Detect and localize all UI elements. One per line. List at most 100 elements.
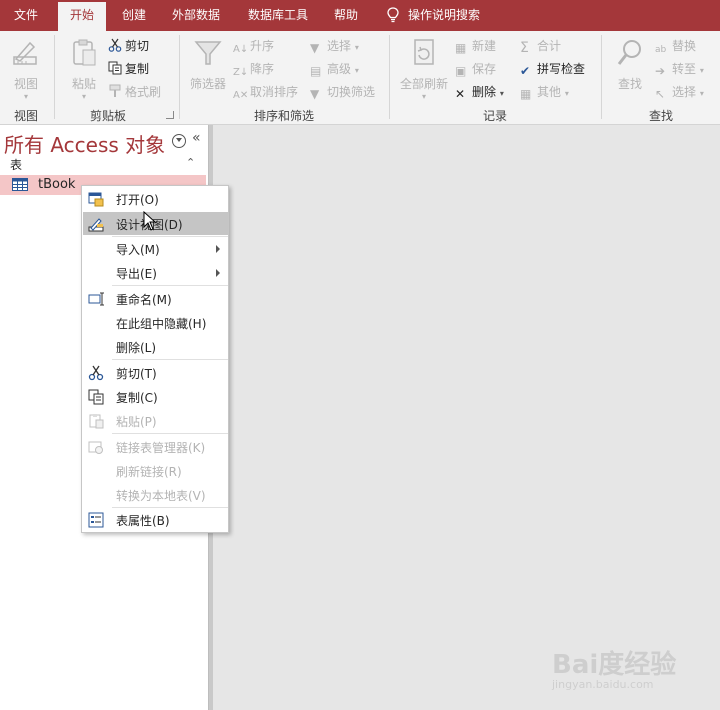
submenu-arrow-icon — [216, 269, 220, 277]
totals-label: 合计 — [537, 39, 562, 53]
cut-button[interactable]: 剪切 — [108, 37, 149, 54]
menu-item-copy[interactable]: 复制(C) — [83, 385, 228, 408]
paste-button[interactable]: 粘贴 ▾ — [64, 37, 104, 101]
toggle-filter-button[interactable]: ▼ 切换筛选 — [310, 83, 375, 101]
lightbulb-icon — [387, 7, 399, 23]
tab-file[interactable]: 文件 — [0, 0, 52, 31]
toggle-filter-label: 切换筛选 — [327, 85, 376, 99]
select-button[interactable]: ↖ 选择 ▾ — [655, 83, 704, 101]
dropdown-caret-icon: ▾ — [421, 92, 426, 101]
tab-create[interactable]: 创建 — [112, 0, 156, 31]
rename-icon — [88, 292, 104, 306]
menu-item-refresh-link[interactable]: 刷新链接(R) — [83, 459, 228, 482]
arrow-right-icon: ➔ — [655, 64, 666, 78]
group-divider — [179, 35, 180, 119]
dialog-launcher-icon[interactable] — [166, 111, 174, 119]
menu-item-convert-to-local[interactable]: 转换为本地表(V) — [83, 483, 228, 506]
menu-item-import[interactable]: 导入(M) — [83, 237, 228, 260]
paste-label: 粘贴 — [71, 77, 96, 91]
replace-button[interactable]: ab 替换 — [655, 37, 696, 59]
toggle-filter-icon: ▼ — [310, 87, 320, 101]
group-label-view: 视图 — [13, 109, 38, 123]
cut-label: 剪切 — [125, 39, 150, 53]
sort-ascending-button[interactable]: A↓ 升序 — [233, 37, 274, 58]
advanced-filter-button[interactable]: ▤ 高级 ▾ — [310, 60, 359, 78]
dropdown-caret-icon: ▾ — [23, 92, 28, 101]
delete-record-button[interactable]: ✕ 删除 ▾ — [455, 83, 504, 101]
menu-item-cut[interactable]: 剪切(T) — [83, 361, 228, 384]
format-painter-icon — [109, 84, 121, 97]
nav-menu-dropdown-icon[interactable] — [172, 134, 186, 148]
tab-help[interactable]: 帮助 — [326, 0, 366, 31]
more-grid-icon: ▦ — [520, 87, 532, 101]
group-divider — [389, 35, 390, 119]
menu-item-paste[interactable]: 粘贴(P) — [83, 409, 228, 432]
menu-item-hide-in-group[interactable]: 在此组中隐藏(H) — [83, 311, 228, 334]
group-label-records: 记录 — [482, 109, 507, 123]
remove-sort-icon: A✕ — [233, 90, 249, 101]
scissors-icon — [108, 38, 122, 52]
save-record-button[interactable]: ▣ 保存 — [455, 60, 496, 78]
find-button[interactable]: 查找 — [610, 37, 650, 92]
paste-icon — [89, 414, 104, 429]
spelling-label: 拼写检查 — [537, 62, 586, 76]
ribbon: 视图 ▾ 视图 粘贴 ▾ 剪切 复制 格式刷 剪贴板 筛选器 A↓ 升序 Z↓ 降序… — [0, 31, 720, 125]
tab-home[interactable]: 开始 — [58, 2, 106, 31]
sort-descending-label: 降序 — [250, 62, 275, 76]
open-icon — [88, 192, 104, 207]
menu-item-delete[interactable]: 删除(L) — [83, 335, 228, 358]
submenu-arrow-icon — [216, 245, 220, 253]
more-label: 其他 — [537, 85, 562, 99]
paste-icon — [73, 39, 96, 66]
new-record-label: 新建 — [472, 39, 497, 53]
menu-separator — [112, 285, 228, 286]
copy-icon — [88, 389, 104, 405]
group-collapse-icon[interactable]: ⌃ — [186, 156, 195, 169]
dropdown-caret-icon: ▾ — [81, 92, 86, 101]
totals-button[interactable]: Σ 合计 — [520, 37, 562, 56]
group-label-find: 查找 — [648, 109, 673, 123]
new-record-icon: ▦ — [455, 41, 467, 55]
collapse-pane-icon[interactable]: « — [192, 130, 201, 146]
menu-item-open[interactable]: 打开(O) — [83, 187, 228, 210]
new-record-button[interactable]: ▦ 新建 — [455, 37, 496, 55]
view-button-label: 视图 — [13, 77, 38, 91]
sort-descending-button[interactable]: Z↓ 降序 — [233, 60, 274, 81]
pointer-icon: ↖ — [655, 87, 666, 101]
menu-separator — [112, 433, 228, 434]
selection-filter-label: 选择 — [327, 39, 352, 53]
tab-external-data[interactable]: 外部数据 — [163, 0, 229, 31]
save-icon: ▣ — [455, 64, 467, 78]
document-workspace — [213, 125, 720, 710]
advanced-filter-label: 高级 — [327, 62, 352, 76]
format-painter-label: 格式刷 — [125, 85, 162, 99]
selection-filter-button[interactable]: ▼ 选择 ▾ — [310, 37, 359, 55]
more-button[interactable]: ▦ 其他 ▾ — [520, 83, 569, 101]
remove-sort-button[interactable]: A✕ 取消排序 — [233, 83, 298, 104]
design-view-icon — [88, 218, 104, 232]
replace-label: 替换 — [672, 39, 697, 53]
menu-item-export[interactable]: 导出(E) — [83, 261, 228, 284]
refresh-all-button[interactable]: 全部刷新 ▾ — [396, 37, 452, 101]
ribbon-tab-bar: 文件 开始 创建 外部数据 数据库工具 帮助 操作说明搜索 — [0, 0, 720, 31]
context-menu: 打开(O) 设计视图(D) 导入(M) 导出(E) 重命名(M) 在此组中隐藏(… — [81, 185, 229, 533]
find-label: 查找 — [617, 77, 642, 91]
spelling-button[interactable]: ✔ 拼写检查 — [520, 60, 585, 78]
nav-group-tables[interactable]: 表 ⌃ — [0, 154, 208, 174]
refresh-all-label: 全部刷新 — [399, 77, 448, 91]
nav-item-label: tBook — [38, 177, 76, 192]
view-button[interactable]: 视图 ▾ — [6, 37, 46, 101]
menu-item-linked-table-manager[interactable]: 链接表管理器(K) — [83, 435, 228, 458]
menu-item-rename[interactable]: 重命名(M) — [83, 287, 228, 310]
watermark-url: jingyan.baidu.com — [552, 678, 654, 691]
goto-label: 转至 — [672, 62, 697, 76]
copy-button[interactable]: 复制 — [108, 60, 149, 77]
menu-item-table-properties[interactable]: 表属性(B) — [83, 508, 228, 531]
filter-button[interactable]: 筛选器 — [186, 37, 230, 92]
group-label-sort-filter: 排序和筛选 — [253, 109, 314, 123]
tab-database-tools[interactable]: 数据库工具 — [240, 0, 316, 31]
format-painter-button[interactable]: 格式刷 — [108, 83, 161, 100]
tell-me-search[interactable]: 操作说明搜索 — [408, 0, 494, 31]
goto-button[interactable]: ➔ 转至 ▾ — [655, 60, 704, 78]
sort-ascending-icon: A↓ — [233, 44, 249, 55]
